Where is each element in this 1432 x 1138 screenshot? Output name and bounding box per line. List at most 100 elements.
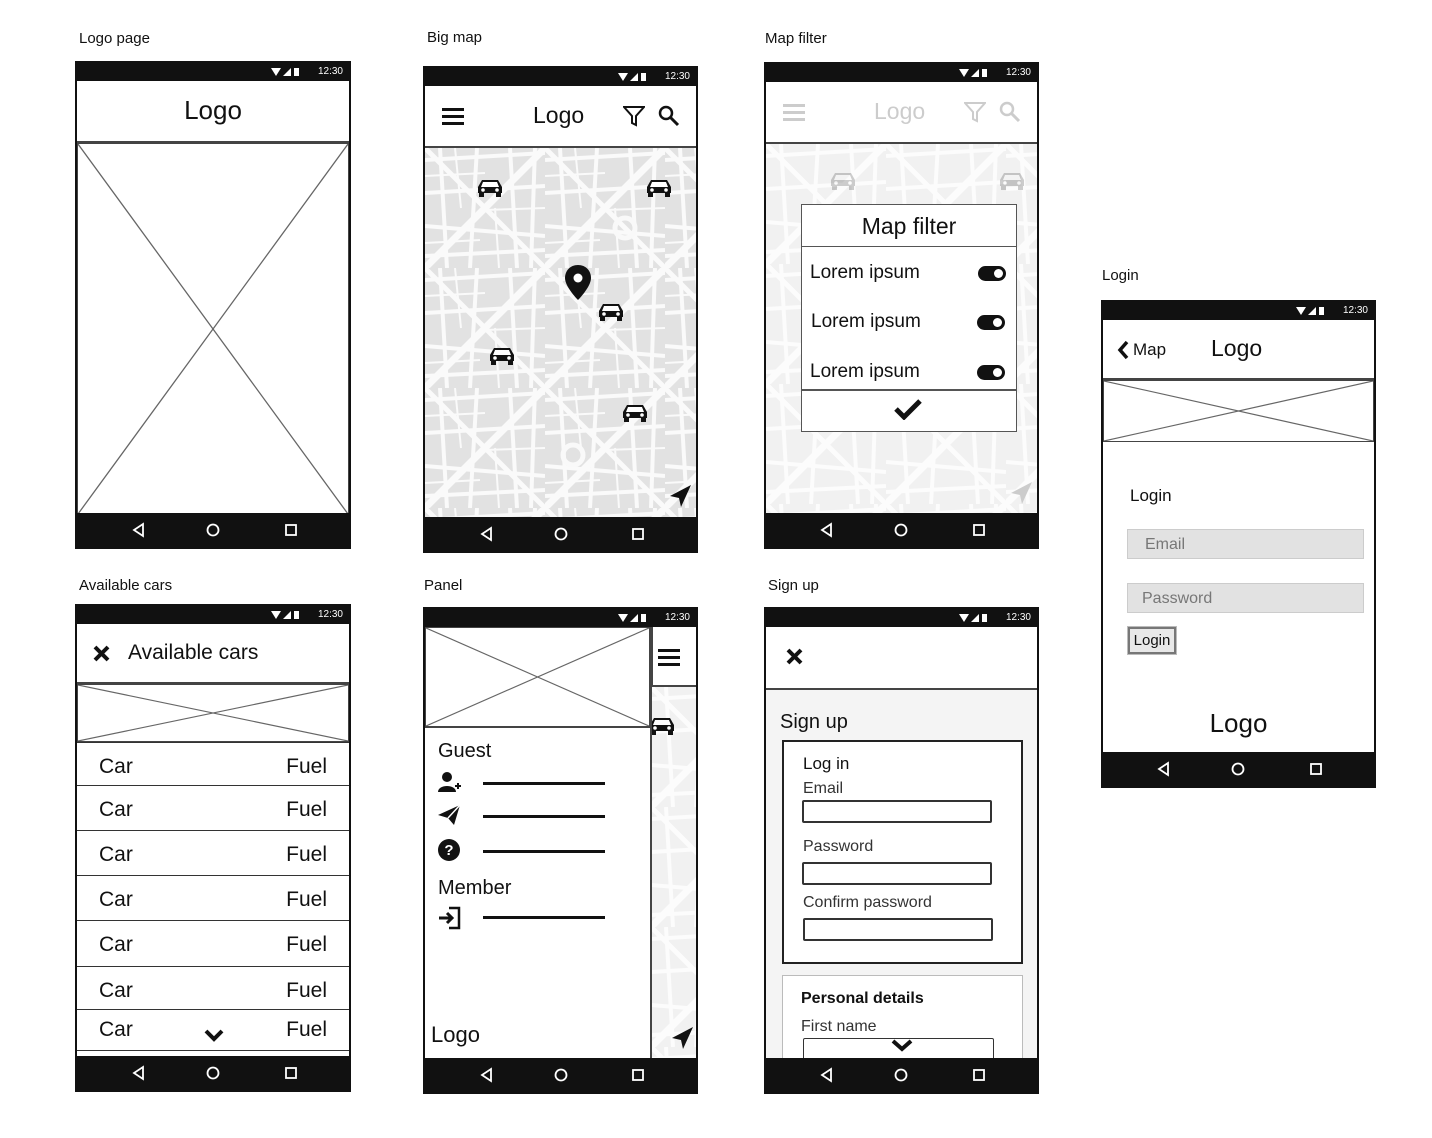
login-heading: Login [1130, 486, 1172, 505]
dialog-title: Map filter [802, 205, 1016, 247]
map-view [651, 687, 696, 1059]
caption-map-filter: Map filter [765, 30, 827, 47]
logo-text: Logo [874, 98, 926, 124]
car-name: Car [99, 798, 133, 821]
list-item[interactable]: Car Fuel [77, 875, 349, 920]
hamburger-menu-icon[interactable] [442, 107, 464, 125]
hamburger-menu-icon [658, 649, 680, 666]
filter-icon[interactable] [623, 105, 645, 127]
close-icon[interactable] [786, 648, 803, 665]
home-icon [894, 1068, 908, 1082]
menu-item-register[interactable] [437, 770, 607, 796]
back-icon [480, 1067, 492, 1083]
signal-icons [271, 611, 299, 619]
back-icon [820, 1067, 832, 1083]
menu-item-sign-in[interactable] [437, 906, 607, 932]
signal-icons [959, 69, 987, 77]
filter-option-label: Lorem ipsum [810, 361, 920, 382]
status-time: 12:30 [1005, 612, 1031, 623]
confirm-password-field[interactable] [803, 918, 993, 941]
recents-icon [285, 1067, 297, 1079]
car-fuel: Fuel [286, 933, 327, 956]
filter-toggle[interactable] [977, 365, 1005, 380]
map-view[interactable] [425, 148, 696, 518]
list-item[interactable]: Car Fuel [77, 966, 349, 1011]
footer-logo: Logo [1209, 708, 1268, 738]
signal-icons [959, 614, 987, 622]
android-nav-bar [77, 513, 349, 547]
chevron-down-icon[interactable] [204, 1028, 224, 1042]
menu-item-line [483, 850, 605, 853]
car-name: Car [99, 1018, 133, 1041]
home-icon [1231, 762, 1245, 776]
menu-item-line [483, 916, 605, 919]
car-fuel: Fuel [286, 979, 327, 1002]
svg-text:?: ? [444, 842, 453, 859]
header: Map Logo [1103, 320, 1374, 380]
menu-item-send[interactable] [437, 803, 607, 829]
list-item[interactable]: Car Fuel [77, 742, 349, 787]
close-icon[interactable] [93, 645, 110, 662]
banner-placeholder [77, 684, 349, 742]
banner-placeholder [1103, 380, 1374, 442]
phone-logo-page: 12:30 Logo [75, 61, 351, 549]
filter-icon [964, 102, 986, 123]
sign-up-title: Sign up [780, 711, 848, 733]
status-bar: 12:30 [1103, 302, 1374, 320]
list-item[interactable]: Car Fuel [77, 1009, 349, 1051]
caption-sign-up: Sign up [768, 577, 819, 594]
section-heading: Personal details [801, 990, 924, 1007]
guest-heading: Guest [438, 740, 492, 762]
car-list: Car Fuel Car Fuel Car Fuel Car Fuel Car Fuel … [77, 742, 349, 1057]
password-field[interactable]: Password [1127, 583, 1364, 613]
car-fuel: Fuel [286, 755, 327, 778]
android-nav-bar [1103, 752, 1374, 786]
back-icon [480, 526, 492, 542]
confirm-password-label: Confirm password [803, 894, 932, 911]
image-placeholder [77, 143, 349, 515]
password-field[interactable] [802, 862, 992, 885]
user-add-icon [438, 772, 461, 792]
menu-toggle[interactable] [651, 627, 696, 687]
android-nav-bar [766, 513, 1037, 547]
back-icon [132, 522, 144, 538]
status-time: 12:30 [317, 66, 343, 77]
filter-toggle[interactable] [978, 266, 1006, 281]
home-icon [554, 1068, 568, 1082]
android-nav-bar [77, 1056, 349, 1090]
status-bar: 12:30 [77, 63, 349, 81]
recents-icon [973, 524, 985, 536]
home-icon [206, 1066, 220, 1080]
status-bar: 12:30 [77, 606, 349, 624]
phone-big-map: 12:30 Logo [423, 66, 698, 553]
filter-toggle[interactable] [977, 315, 1005, 330]
menu-item-help[interactable]: ? [437, 838, 607, 864]
caption-panel: Panel [424, 577, 463, 594]
paper-plane-icon [438, 804, 461, 825]
login-section: Log in Email Password Confirm password [782, 740, 1023, 964]
email-field[interactable] [802, 800, 992, 823]
home-icon [554, 527, 568, 541]
list-item[interactable]: Car Fuel [77, 830, 349, 875]
chevron-down-icon[interactable] [891, 1038, 913, 1052]
password-placeholder: Password [1142, 590, 1213, 607]
android-nav-bar [425, 517, 696, 551]
help-icon: ? [438, 839, 460, 861]
login-button[interactable]: Login [1127, 626, 1177, 655]
car-fuel: Fuel [286, 798, 327, 821]
list-item[interactable]: Car Fuel [77, 920, 349, 965]
personal-details-section: Personal details First name [782, 975, 1023, 1062]
caption-login: Login [1102, 267, 1139, 284]
hamburger-menu-icon [783, 104, 805, 121]
car-fuel: Fuel [286, 843, 327, 866]
search-icon[interactable] [658, 105, 680, 127]
back-icon [820, 522, 832, 538]
caption-logo-page: Logo page [79, 30, 150, 47]
recents-icon [973, 1069, 985, 1081]
email-field[interactable]: Email [1127, 529, 1364, 559]
confirm-check-icon[interactable] [894, 398, 922, 420]
list-item[interactable]: Car Fuel [77, 785, 349, 830]
phone-available-cars: 12:30 Available cars Car Fuel Car Fuel Car… [75, 604, 351, 1092]
back-label: Map [1133, 340, 1167, 359]
phone-sign-up: 12:30 Sign up Log in Email Password Conf… [764, 607, 1039, 1094]
